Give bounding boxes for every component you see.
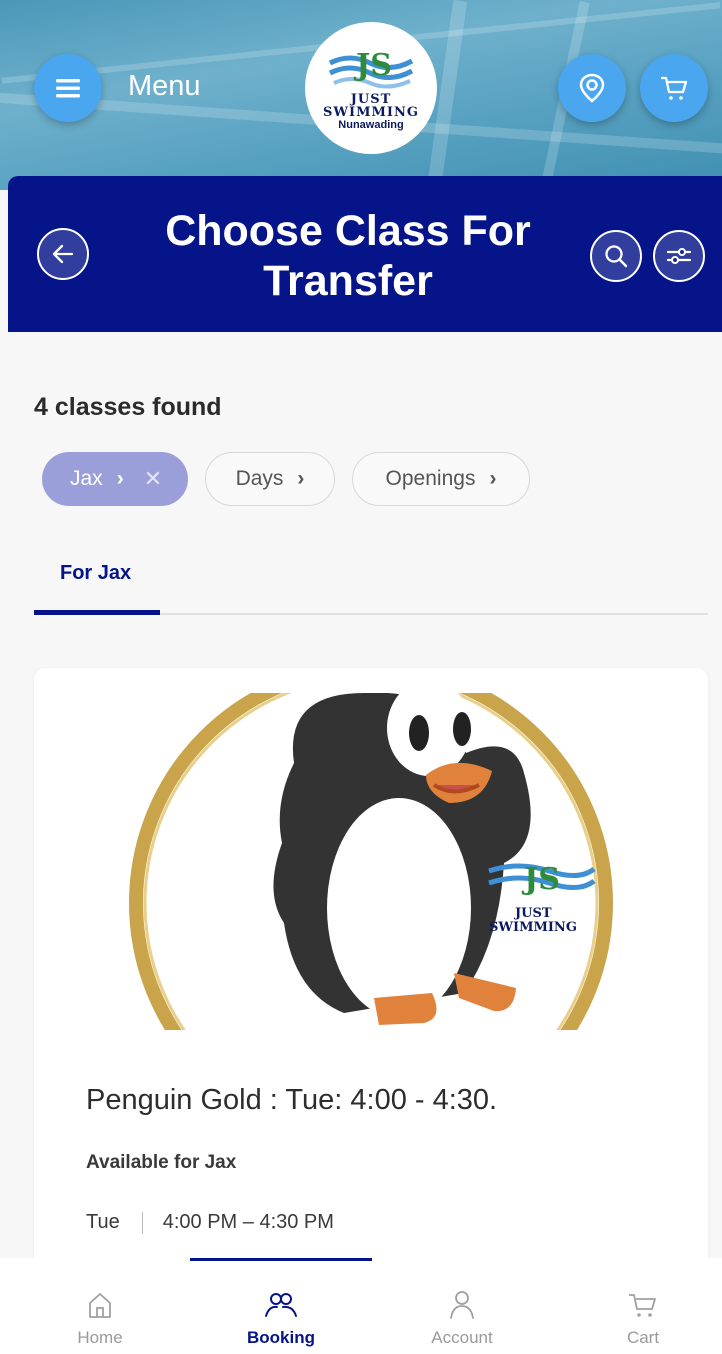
- results-count: 4 classes found: [34, 393, 222, 421]
- people-icon: [265, 1293, 297, 1317]
- class-day: Tue: [86, 1211, 120, 1233]
- cart-button[interactable]: [640, 54, 708, 122]
- chevron-right-icon: ›: [489, 467, 497, 490]
- class-time: 4:00 PM – 4:30 PM: [162, 1211, 334, 1233]
- person-icon: [450, 1291, 474, 1319]
- nav-item-cart[interactable]: Cart: [553, 1258, 722, 1354]
- nav-item-home[interactable]: Home: [10, 1258, 190, 1354]
- search-button[interactable]: [590, 230, 642, 282]
- filter-chip-label: Days: [235, 467, 284, 490]
- logo-waves-icon: JS: [328, 48, 414, 88]
- filter-chip-days[interactable]: Days ›: [205, 452, 335, 506]
- filter-chip-openings[interactable]: Openings ›: [352, 452, 530, 506]
- divider: [141, 1211, 143, 1234]
- title-bar: Choose Class For Transfer: [8, 176, 722, 332]
- penguin-badge-text: JUST: [514, 906, 552, 921]
- logo-mark: JS: [326, 45, 416, 93]
- nav-label: Booking: [247, 1328, 315, 1347]
- penguin-badge-text: SWIMMING: [489, 920, 577, 935]
- bottom-nav: Home Booking Account Cart: [0, 1258, 722, 1354]
- class-image: JS JUST SWIMMING: [34, 693, 708, 1030]
- penguin-illustration: JS JUST SWIMMING: [129, 693, 613, 1030]
- class-title: Penguin Gold : Tue: 4:00 - 4:30.: [86, 1084, 498, 1116]
- svg-text:JS: JS: [353, 48, 392, 83]
- cart-icon: [629, 1294, 656, 1317]
- class-schedule: Tue 4:00 PM – 4:30 PM: [86, 1211, 334, 1234]
- filter-chip-label: Openings: [385, 467, 476, 490]
- logo-location: Nunawading: [338, 118, 404, 131]
- tab-active-indicator: [34, 610, 160, 615]
- menu-icon: [56, 79, 80, 98]
- logo: JS JUST SWIMMING Nunawading: [305, 22, 437, 154]
- tab-for-jax[interactable]: For Jax: [60, 562, 131, 585]
- filter-chip-label: Jax: [70, 467, 103, 490]
- back-button[interactable]: [37, 228, 89, 280]
- search-icon: [605, 245, 628, 268]
- filter-chip-jax[interactable]: Jax › ✕: [42, 452, 188, 506]
- availability-label: Available for Jax: [86, 1152, 237, 1173]
- nav-item-account[interactable]: Account: [372, 1258, 552, 1354]
- nav-label: Cart: [626, 1328, 660, 1347]
- chevron-right-icon: ›: [297, 467, 305, 490]
- menu-label[interactable]: Menu: [128, 70, 201, 103]
- logo-text: SWIMMING: [323, 104, 419, 120]
- page-title-line: Choose Class For: [165, 207, 531, 255]
- svg-text:JS: JS: [521, 862, 560, 897]
- filter-sliders-icon: [666, 248, 692, 264]
- location-pin-icon: [579, 73, 605, 103]
- home-icon: [89, 1293, 111, 1318]
- filter-button[interactable]: [653, 230, 705, 282]
- logo-text: JUST: [350, 91, 392, 107]
- chevron-right-icon: ›: [116, 467, 124, 490]
- cart-icon: [661, 76, 688, 100]
- nav-label: Home: [77, 1328, 123, 1347]
- page-title-line: Transfer: [263, 257, 433, 305]
- menu-button[interactable]: [34, 54, 102, 122]
- location-button[interactable]: [558, 54, 626, 122]
- nav-label: Account: [431, 1328, 493, 1347]
- back-arrow-icon: [52, 244, 74, 264]
- clear-filter-icon[interactable]: ✕: [144, 466, 162, 492]
- nav-item-booking[interactable]: Booking: [191, 1258, 371, 1354]
- page-title: Choose Class For Transfer: [138, 206, 558, 306]
- class-card[interactable]: JS JUST SWIMMING Penguin Gold : Tue: 4:0…: [34, 668, 708, 1268]
